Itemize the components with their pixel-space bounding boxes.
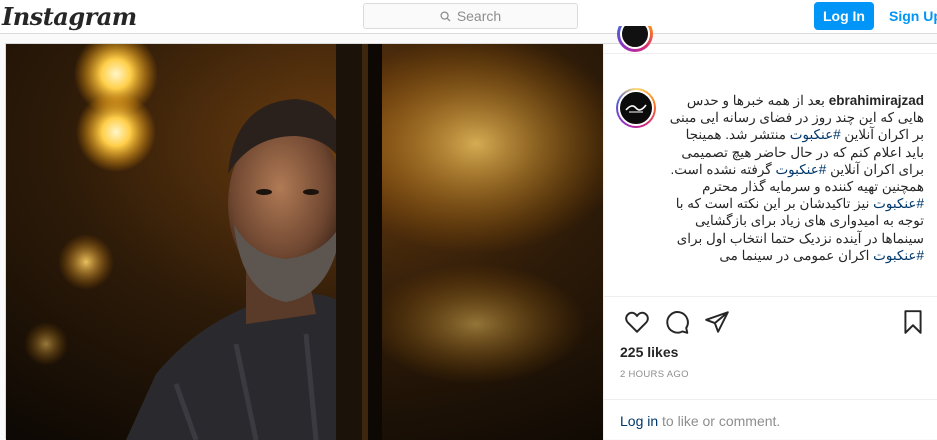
search-input[interactable]: Search <box>363 3 578 29</box>
caption-text: اکران عمومی در سینما می <box>719 247 874 263</box>
avatar-logo-icon <box>625 104 647 113</box>
hashtag-link[interactable]: #عنکبوت <box>775 162 826 177</box>
caption-area: ebrahimirajzad بعد از همه خبرها و حدس ها… <box>604 72 937 297</box>
search-placeholder: Search <box>456 8 502 24</box>
action-bar <box>604 309 937 339</box>
login-button[interactable]: Log In <box>814 2 874 30</box>
comment-prompt-text: to like or comment. <box>658 413 781 429</box>
share-icon[interactable] <box>704 309 730 335</box>
post-header <box>604 26 937 54</box>
hashtag-link[interactable]: #عنکبوت <box>873 248 924 263</box>
header-avatar[interactable] <box>617 26 653 52</box>
likes-count[interactable]: 225 likes <box>620 344 678 360</box>
post-caption: ebrahimirajzad بعد از همه خبرها و حدس ها… <box>666 92 924 264</box>
heart-icon[interactable] <box>624 309 650 335</box>
comment-bar: Log in to like or comment. <box>604 399 937 440</box>
post-side-panel: ebrahimirajzad بعد از همه خبرها و حدس ها… <box>603 26 937 440</box>
comment-icon[interactable] <box>664 309 690 335</box>
post-card: ebrahimirajzad بعد از همه خبرها و حدس ها… <box>5 26 937 440</box>
instagram-logo[interactable]: Instagram <box>2 2 137 31</box>
post-image[interactable] <box>6 44 603 440</box>
avatar[interactable] <box>616 88 656 128</box>
post-timestamp[interactable]: 2 HOURS AGO <box>620 369 689 380</box>
post-photo <box>6 44 603 440</box>
login-link[interactable]: Log in <box>620 413 658 429</box>
signup-link[interactable]: Sign Up <box>889 8 937 24</box>
comment-prompt: Log in to like or comment. <box>620 413 780 429</box>
hashtag-link[interactable]: #عنکبوت <box>790 127 841 142</box>
bookmark-icon[interactable] <box>900 309 926 335</box>
hashtag-link[interactable]: #عنکبوت <box>873 196 924 211</box>
search-icon <box>440 10 451 22</box>
caption-username[interactable]: ebrahimirajzad <box>829 93 924 108</box>
top-bar: Instagram Search Log In Sign Up <box>0 0 937 34</box>
